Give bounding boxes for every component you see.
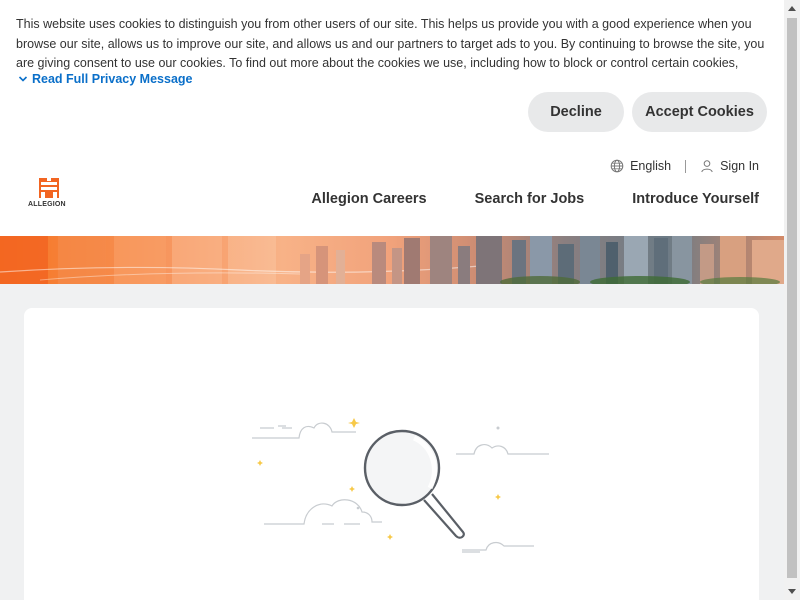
main-nav: Allegion Careers Search for Jobs Introdu… [311,191,759,207]
user-icon [701,160,713,173]
magnifying-glass-illustration [252,418,549,553]
scroll-down-button[interactable] [784,584,800,600]
page-scrollbar[interactable] [784,0,800,600]
scroll-down-arrow-icon [788,589,796,594]
hero-banner [0,236,784,284]
globe-icon [610,159,624,173]
site-header: ALLEGION English Sign In Allegion Career… [0,148,784,236]
read-privacy-label: Read Full Privacy Message [32,72,193,86]
main-content [0,284,784,600]
language-selector[interactable]: English [610,159,671,173]
utility-nav: English Sign In [610,159,759,173]
scroll-up-button[interactable] [784,0,800,16]
allegion-logo-mark [39,178,59,198]
chevron-down-icon [18,76,28,82]
nav-search-for-jobs[interactable]: Search for Jobs [475,191,585,207]
sign-in-label: Sign In [720,159,759,173]
cookie-message: This website uses cookies to distinguish… [16,17,765,70]
sign-in-link[interactable]: Sign In [700,159,759,173]
accept-cookies-button[interactable]: Accept Cookies [632,92,767,132]
city-skyline-image [0,236,784,284]
language-label: English [630,159,672,173]
scroll-up-arrow-icon [788,6,796,11]
scrollbar-thumb[interactable] [787,18,797,578]
logo-wordmark: ALLEGION [28,201,66,208]
nav-allegion-careers[interactable]: Allegion Careers [311,191,426,207]
decline-button[interactable]: Decline [528,92,624,132]
cookie-banner: This website uses cookies to distinguish… [0,0,784,148]
nav-introduce-yourself[interactable]: Introduce Yourself [632,191,759,207]
allegion-logo[interactable]: ALLEGION [27,178,73,212]
content-card [24,308,759,600]
read-privacy-link[interactable]: Read Full Privacy Message [18,72,193,86]
utility-divider [685,159,687,173]
